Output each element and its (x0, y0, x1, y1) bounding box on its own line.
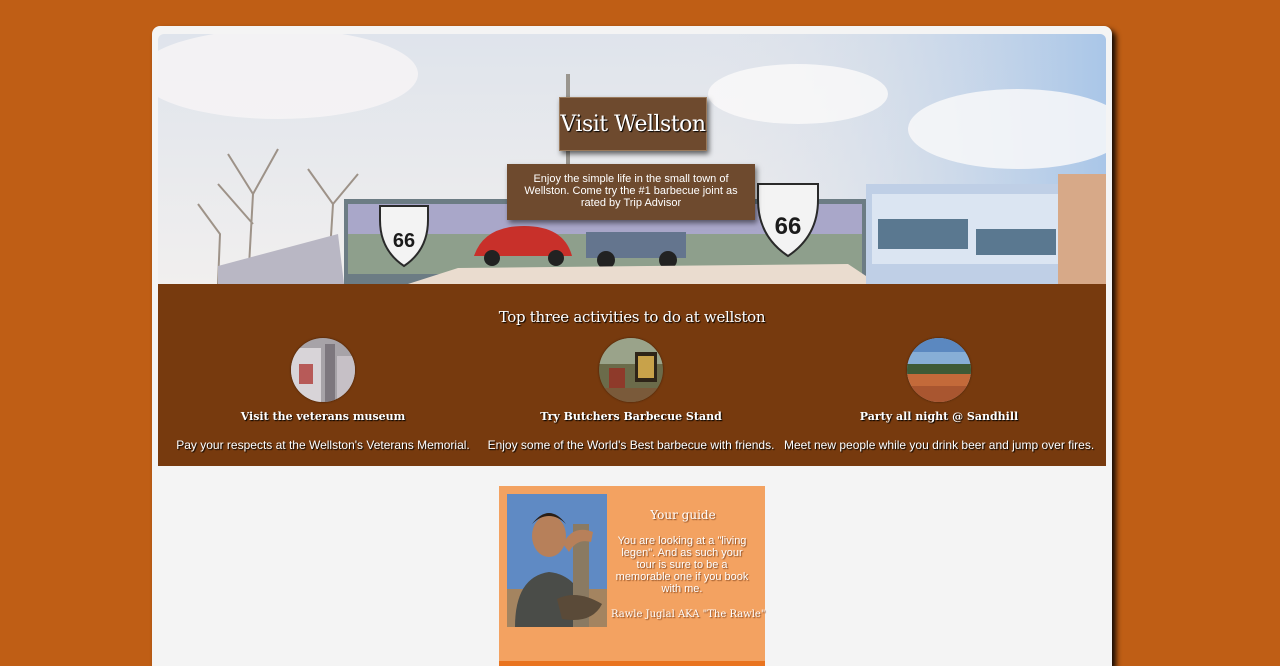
activity-text-barbecue: Enjoy some of the World's Best barbecue … (487, 438, 775, 452)
svg-text:66: 66 (775, 213, 802, 240)
activity-title-sandhill: Party all night @ Sandhill (859, 410, 1019, 423)
sandhill-thumbnail[interactable] (907, 338, 971, 402)
activity-text-museum: Pay your respects at the Wellston's Vete… (176, 438, 470, 452)
barbecue-thumbnail[interactable] (599, 338, 663, 402)
activity-card-sandhill: Party all night @ Sandhill Meet new peop… (784, 338, 1094, 452)
activity-card-museum: Visit the veterans museum Pay your respe… (168, 338, 478, 452)
hero-description: Enjoy the simple life in the small town … (507, 164, 755, 220)
svg-text:66: 66 (393, 230, 415, 252)
activity-title-barbecue: Try Butchers Barbecue Stand (540, 410, 722, 423)
activities-section: Top three activities to do at wellston V… (158, 284, 1106, 466)
museum-thumbnail[interactable] (291, 338, 355, 402)
hero-banner: 66 66 Visit Wellston Enjoy the simple li… (158, 34, 1106, 284)
activities-heading: Top three activities to do at wellston (498, 308, 766, 326)
activity-text-sandhill: Meet new people while you drink beer and… (784, 438, 1095, 452)
guide-bio: You are looking at a "living legen". And… (615, 535, 749, 595)
guide-card: Your guide You are looking at a "living … (499, 486, 765, 666)
hero-title: Visit Wellston (559, 97, 707, 151)
guide-signature: Rawle Juglal AKA "The Rawle" (611, 609, 766, 620)
hero-image: 66 66 (158, 34, 1106, 284)
guide-heading: Your guide (650, 508, 716, 522)
page-container: 66 66 Visit Wellston Enjoy the simple li… (152, 26, 1112, 666)
guide-photo (507, 494, 607, 627)
activity-title-museum: Visit the veterans museum (240, 410, 406, 423)
activity-card-barbecue: Try Butchers Barbecue Stand Enjoy some o… (476, 338, 786, 452)
